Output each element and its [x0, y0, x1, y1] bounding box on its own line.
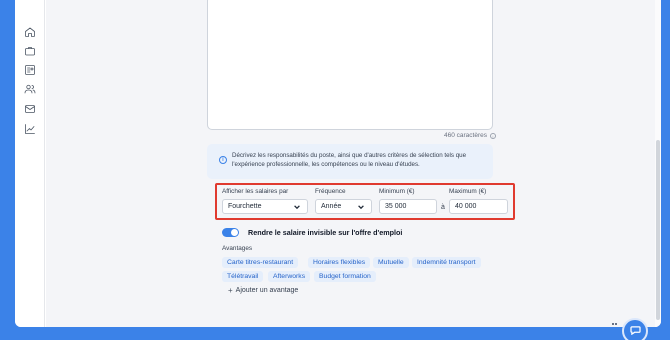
display-salary-select[interactable]: Fourchette [222, 199, 308, 214]
frequency-value: Année [321, 203, 342, 210]
minimum-value: 35 000 [385, 203, 407, 210]
info-text: Décrivez les responsabilités du poste, a… [232, 152, 467, 168]
chevron-down-icon [293, 203, 301, 211]
users-icon[interactable] [23, 82, 37, 96]
minimum-label: Minimum (€) [379, 188, 415, 195]
briefcase-icon[interactable] [23, 44, 37, 58]
info-icon: i [219, 156, 227, 164]
sidebar [15, 0, 45, 327]
benefit-chip[interactable]: Carte titres-restaurant [222, 257, 299, 268]
benefit-chip[interactable]: Horaires flexibles [308, 257, 371, 268]
chat-icon [630, 326, 641, 335]
scrollbar-thumb[interactable] [656, 140, 660, 320]
minimum-input[interactable]: 35 000 [379, 199, 437, 214]
benefits-title: Avantages [222, 245, 253, 252]
home-icon[interactable] [23, 25, 37, 39]
info-box: i Décrivez les responsabilités du poste,… [207, 144, 493, 179]
display-salary-value: Fourchette [228, 203, 262, 210]
chevron-down-icon [357, 203, 365, 211]
mail-icon[interactable] [23, 102, 37, 116]
description-textarea[interactable] [207, 0, 493, 130]
benefit-chip[interactable]: Afterworks [268, 271, 311, 282]
add-benefit-button[interactable]: + Ajouter un avantage [228, 286, 298, 295]
toggle-knob [231, 229, 238, 236]
hide-salary-toggle[interactable] [222, 228, 239, 237]
char-count-text: 460 caractères [444, 132, 487, 139]
frequency-label: Fréquence [315, 188, 346, 195]
maximum-value: 40 000 [455, 203, 477, 210]
benefit-chip[interactable]: Budget formation [314, 271, 376, 282]
range-separator: à [441, 204, 445, 211]
char-counter: 460 caractères i [444, 132, 496, 139]
plus-icon: + [228, 286, 233, 295]
app-window: 460 caractères i i Décrivez les responsa… [15, 0, 661, 327]
candidates-list-icon[interactable] [23, 63, 37, 77]
benefit-chip[interactable]: Indemnité transport [412, 257, 481, 268]
info-small-icon: i [490, 132, 496, 139]
chat-button[interactable] [622, 318, 648, 340]
dots-icon [612, 323, 618, 326]
main-content: 460 caractères i i Décrivez les responsa… [46, 0, 661, 327]
benefit-chip[interactable]: Télétravail [222, 271, 264, 282]
chart-icon[interactable] [23, 122, 37, 136]
display-salary-label: Afficher les salaires par [222, 188, 289, 195]
benefit-chip[interactable]: Mutuelle [373, 257, 409, 268]
frequency-select[interactable]: Année [315, 199, 372, 214]
maximum-input[interactable]: 40 000 [449, 199, 508, 214]
maximum-label: Maximum (€) [449, 188, 487, 195]
scrollbar-track[interactable] [655, 0, 661, 327]
add-benefit-label: Ajouter un avantage [235, 287, 299, 294]
hide-salary-label: Rendre le salaire invisible sur l'offre … [248, 228, 403, 237]
